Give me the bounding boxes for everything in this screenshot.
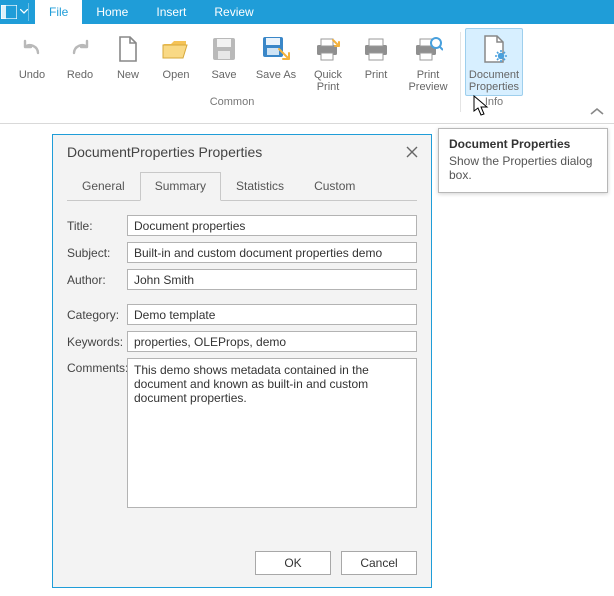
save-label: Save [211,69,236,93]
chevron-up-icon [590,107,604,117]
undo-button[interactable]: Undo [8,28,56,96]
label-keywords: Keywords: [67,335,127,349]
printpreview-icon [412,33,444,65]
ribbon: Undo Redo New Open [0,24,614,124]
open-folder-icon [160,33,192,65]
label-category: Category: [67,308,127,322]
redo-label: Redo [67,69,93,93]
app-menu-button[interactable] [0,0,28,24]
keywords-field[interactable] [127,331,417,352]
dialog-tab-general[interactable]: General [67,172,140,201]
printpreview-button[interactable]: Print Preview [400,28,456,96]
tab-review[interactable]: Review [200,0,267,24]
group-label-info: Info [485,96,503,112]
dialog-close-button[interactable] [403,143,421,161]
docprops-label: Document Properties [468,69,520,93]
app-titlebar: File Home Insert Review [0,0,614,24]
new-button[interactable]: New [104,28,152,96]
document-properties-button[interactable]: Document Properties [465,28,523,96]
ribbon-tabstrip: File Home Insert Review [35,0,268,24]
dialog-title: DocumentProperties Properties [67,144,262,160]
dialog-tab-summary[interactable]: Summary [140,172,221,201]
print-button[interactable]: Print [352,28,400,96]
ok-button[interactable]: OK [255,551,331,575]
saveas-button[interactable]: Save As [248,28,304,96]
undo-icon [16,33,48,65]
dialog-tab-custom[interactable]: Custom [299,172,370,201]
group-label-common: Common [210,96,255,112]
label-title: Title: [67,219,127,233]
ribbon-group-info: Document Properties Info [465,28,523,114]
tab-home[interactable]: Home [82,0,142,24]
quickprint-button[interactable]: Quick Print [304,28,352,96]
tooltip-body: Show the Properties dialog box. [449,154,597,182]
printpreview-label: Print Preview [403,69,453,93]
open-label: Open [163,69,190,93]
dialog-tab-statistics[interactable]: Statistics [221,172,299,201]
ribbon-group-common: Undo Redo New Open [8,28,456,114]
undo-label: Undo [19,69,45,93]
print-label: Print [365,69,388,93]
title-field[interactable] [127,215,417,236]
tooltip-title: Document Properties [449,137,597,151]
close-icon [406,146,418,158]
separator [28,3,29,21]
saveas-icon [260,33,292,65]
label-comments: Comments: [67,358,127,375]
group-separator [460,32,461,112]
collapse-ribbon-button[interactable] [590,107,604,117]
author-field[interactable] [127,269,417,290]
layout-icon [1,5,17,19]
label-subject: Subject: [67,246,127,260]
save-button[interactable]: Save [200,28,248,96]
dialog-buttons: OK Cancel [255,551,417,575]
redo-icon [64,33,96,65]
save-icon [208,33,240,65]
new-file-icon [112,33,144,65]
label-author: Author: [67,273,127,287]
tab-insert[interactable]: Insert [142,0,200,24]
quickprint-label: Quick Print [307,69,349,93]
new-label: New [117,69,139,93]
comments-field[interactable] [127,358,417,508]
open-button[interactable]: Open [152,28,200,96]
document-properties-icon [478,33,510,65]
cancel-button[interactable]: Cancel [341,551,417,575]
chevron-down-icon [20,9,28,15]
subject-field[interactable] [127,242,417,263]
print-icon [360,33,392,65]
tab-file[interactable]: File [35,0,82,24]
category-field[interactable] [127,304,417,325]
quickprint-icon [312,33,344,65]
summary-form: Title: Subject: Author: Category: Keywor… [67,215,417,508]
tooltip-document-properties: Document Properties Show the Properties … [438,128,608,193]
document-properties-dialog: DocumentProperties Properties General Su… [52,134,432,588]
redo-button[interactable]: Redo [56,28,104,96]
saveas-label: Save As [256,69,296,93]
dialog-tabs: General Summary Statistics Custom [67,171,417,201]
dialog-titlebar[interactable]: DocumentProperties Properties [53,135,431,169]
